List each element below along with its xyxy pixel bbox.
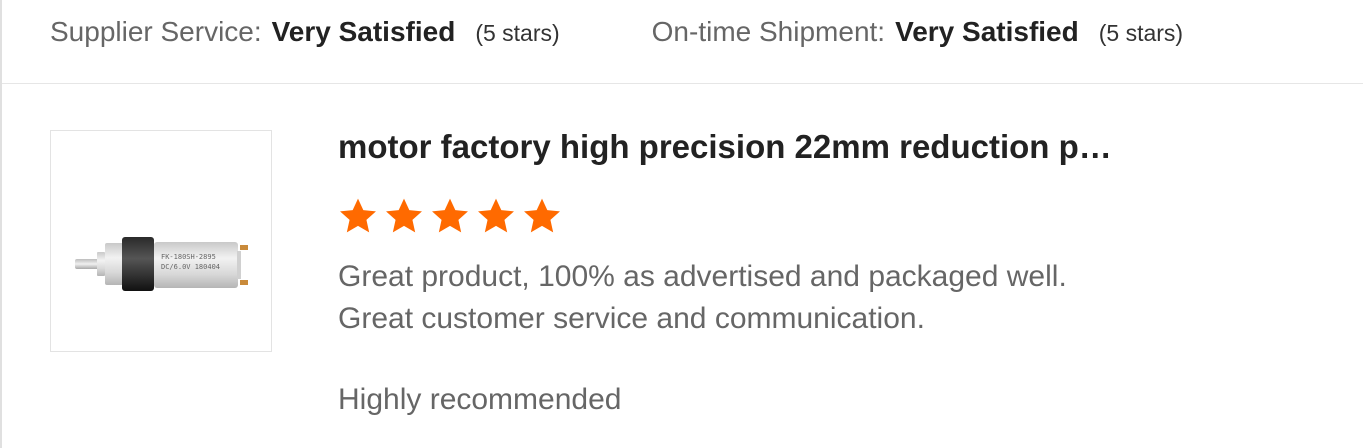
ontime-shipment-label: On-time Shipment: [651, 16, 886, 47]
supplier-service-stars-text: (5 stars) [475, 20, 560, 46]
supplier-service-label: Supplier Service: [50, 16, 262, 47]
review-star-rating [336, 194, 566, 238]
ontime-shipment-stars-text: (5 stars) [1098, 20, 1184, 46]
review-text-line: Great product, 100% as advertised and pa… [338, 260, 1067, 293]
ontime-shipment-rating: On-time Shipment: Very Satisfied (5 star… [652, 16, 1183, 48]
supplier-ratings: Supplier Service: Very Satisfied (5 star… [50, 12, 1183, 52]
motor-image: FK-180SH-2895 DC/6.0V 180404 [75, 237, 248, 291]
review-text-line: Great customer service and communication… [338, 302, 925, 335]
star-icon [386, 198, 422, 233]
star-icon [524, 198, 560, 233]
review-text-line: Highly recommended [338, 383, 622, 416]
ontime-shipment-value: Very Satisfied [895, 16, 1079, 47]
section-divider [2, 83, 1363, 84]
product-title-link[interactable]: motor factory high precision 22mm reduct… [338, 128, 1112, 166]
motor-label-line2: DC/6.0V 180404 [161, 263, 220, 271]
supplier-service-value: Very Satisfied [271, 16, 456, 47]
supplier-service-rating: Supplier Service: Very Satisfied (5 star… [50, 16, 560, 48]
motor-label-line1: FK-180SH-2895 [161, 253, 216, 261]
star-icon [432, 198, 468, 233]
star-icon [340, 198, 376, 233]
review-text: Great product, 100% as advertised and pa… [338, 256, 1067, 421]
star-icon [478, 198, 514, 233]
left-border [0, 0, 2, 448]
product-thumbnail[interactable]: FK-180SH-2895 DC/6.0V 180404 [50, 130, 272, 352]
